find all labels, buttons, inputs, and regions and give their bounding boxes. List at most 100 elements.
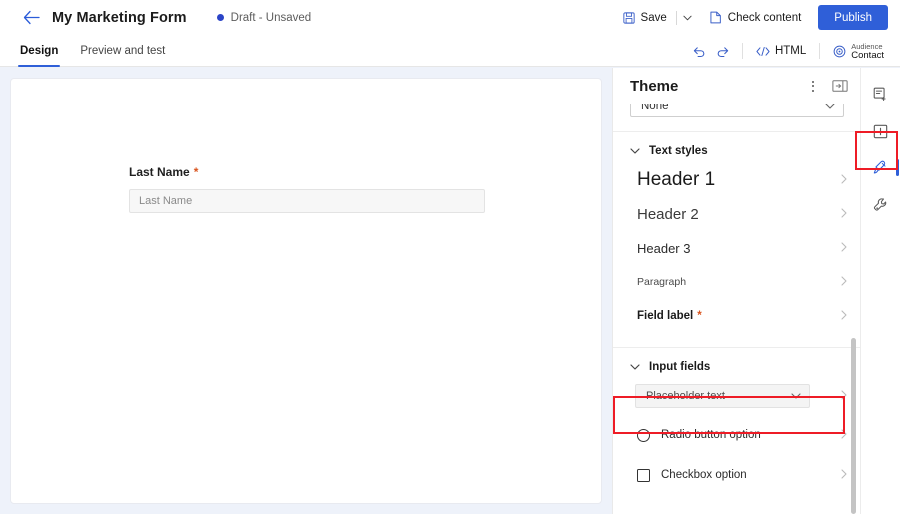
form-field-label-text: Last Name xyxy=(129,165,190,179)
tab-bar-actions: HTML Audience Contact xyxy=(687,35,890,67)
tab-preview-and-test[interactable]: Preview and test xyxy=(78,35,167,67)
redo-arrow-icon xyxy=(716,45,730,58)
save-label: Save xyxy=(641,12,667,24)
chevron-down-icon xyxy=(630,364,640,370)
tab-preview-and-test-label: Preview and test xyxy=(80,45,165,57)
checkbox-option-label: Checkbox option xyxy=(661,469,747,481)
target-icon xyxy=(833,45,846,58)
section-text-styles: Text styles Header 1 Header 2 Header 3 xyxy=(613,131,860,333)
field-label-text: Field label xyxy=(637,310,693,322)
code-brackets-icon xyxy=(756,46,770,57)
chevron-right-icon xyxy=(841,242,847,255)
form-preview-card[interactable]: Last Name * Last Name xyxy=(10,78,602,504)
undo-arrow-icon xyxy=(692,45,706,58)
check-content-button[interactable]: Check content xyxy=(703,6,809,30)
html-button[interactable]: HTML xyxy=(750,39,812,63)
status-text: Draft - Unsaved xyxy=(231,12,312,24)
tab-list: Design Preview and test xyxy=(18,35,167,67)
check-content-label: Check content xyxy=(728,12,802,24)
panel-title: Theme xyxy=(630,78,678,95)
style-row-paragraph-label: Paragraph xyxy=(637,276,686,288)
panel-vertical-scrollbar[interactable] xyxy=(851,338,856,514)
section-text-styles-header[interactable]: Text styles xyxy=(630,145,860,157)
save-options-button[interactable] xyxy=(679,6,697,30)
chevron-right-icon xyxy=(841,466,847,484)
add-element-icon[interactable] xyxy=(866,117,896,145)
style-row-header-1[interactable]: Header 1 xyxy=(613,163,860,197)
theme-select[interactable]: None xyxy=(630,104,844,117)
right-icon-rail xyxy=(860,68,900,514)
style-row-paragraph[interactable]: Paragraph xyxy=(613,265,860,299)
style-row-radio-button-option[interactable]: Radio button option xyxy=(613,418,860,452)
status-badge: Draft - Unsaved xyxy=(217,12,312,24)
panel-header-actions xyxy=(805,76,849,96)
chevron-down-icon xyxy=(683,15,692,21)
style-row-field-label-text: Field label * xyxy=(637,310,702,322)
document-check-icon xyxy=(710,11,722,24)
checkbox-option-left: Checkbox option xyxy=(637,469,747,482)
chevron-down-icon xyxy=(791,393,801,399)
theme-select-value: None xyxy=(641,104,669,112)
last-name-input[interactable]: Last Name xyxy=(129,189,485,213)
chevron-right-icon xyxy=(841,426,847,444)
panel-scroll-content: None Text styles Header 1 xyxy=(613,104,860,514)
radio-option-left: Radio button option xyxy=(637,429,761,442)
style-row-checkbox-option[interactable]: Checkbox option xyxy=(613,458,860,492)
checkbox-unchecked-icon xyxy=(637,469,650,482)
settings-wrench-icon[interactable] xyxy=(866,191,896,219)
chevron-right-icon xyxy=(841,208,847,221)
arrow-left-icon xyxy=(23,10,40,25)
tab-design-label: Design xyxy=(20,45,58,57)
chevron-down-icon xyxy=(825,104,835,109)
style-brush-icon[interactable] xyxy=(866,154,896,182)
form-field-label: Last Name * xyxy=(129,165,601,179)
style-row-header-3-label: Header 3 xyxy=(637,241,690,256)
style-row-header-2[interactable]: Header 2 xyxy=(613,197,860,231)
section-input-fields-header[interactable]: Input fields xyxy=(630,361,860,373)
style-row-header-2-label: Header 2 xyxy=(637,206,699,223)
publish-button[interactable]: Publish xyxy=(818,5,888,30)
style-row-header-3[interactable]: Header 3 xyxy=(613,231,860,265)
section-input-fields: Input fields Placeholder text Radio butt… xyxy=(613,347,860,492)
top-command-bar: My Marketing Form Draft - Unsaved Save xyxy=(0,0,900,35)
save-button[interactable]: Save xyxy=(616,6,674,30)
radio-unchecked-icon xyxy=(637,429,650,442)
save-disk-icon xyxy=(623,12,635,24)
toolbar-divider-1 xyxy=(742,43,743,59)
style-row-field-label[interactable]: Field label * xyxy=(613,299,860,333)
undo-button[interactable] xyxy=(687,39,711,63)
required-marker: * xyxy=(194,165,199,179)
chevron-right-icon xyxy=(841,387,847,405)
theme-properties-panel: Theme None xyxy=(612,68,860,514)
section-text-styles-label: Text styles xyxy=(649,145,708,157)
radio-option-label: Radio button option xyxy=(661,429,761,441)
chevron-right-icon xyxy=(841,310,847,323)
placeholder-text-value: Placeholder text xyxy=(646,390,725,402)
contact-label: Contact xyxy=(851,51,884,61)
style-row-header-1-label: Header 1 xyxy=(637,169,715,191)
form-fields-icon[interactable] xyxy=(866,80,896,108)
publish-label: Publish xyxy=(834,12,872,24)
back-button[interactable] xyxy=(18,5,44,31)
section-input-fields-label: Input fields xyxy=(649,361,710,373)
chevron-down-icon xyxy=(630,148,640,154)
toolbar-divider-2 xyxy=(819,43,820,59)
form-designer-app: My Marketing Form Draft - Unsaved Save xyxy=(0,0,900,514)
tab-design[interactable]: Design xyxy=(18,35,60,67)
page-title: My Marketing Form xyxy=(52,10,187,26)
audience-contact-text: Audience Contact xyxy=(851,42,884,61)
form-canvas-area: Last Name * Last Name xyxy=(0,68,612,514)
required-marker: * xyxy=(697,310,701,322)
html-label: HTML xyxy=(775,45,806,57)
chevron-right-icon xyxy=(841,276,847,289)
placeholder-text-select[interactable]: Placeholder text xyxy=(635,384,810,408)
audience-contact-button[interactable]: Audience Contact xyxy=(827,39,890,63)
collapse-panel-icon[interactable] xyxy=(831,79,849,93)
chevron-right-icon xyxy=(841,174,847,187)
tab-bar: Design Preview and test xyxy=(0,35,900,67)
redo-button[interactable] xyxy=(711,39,735,63)
top-command-actions: Save Check content Publish xyxy=(616,0,888,35)
save-split-divider xyxy=(676,11,677,25)
style-row-placeholder-text[interactable]: Placeholder text xyxy=(613,379,860,413)
more-vertical-icon[interactable] xyxy=(805,76,821,96)
